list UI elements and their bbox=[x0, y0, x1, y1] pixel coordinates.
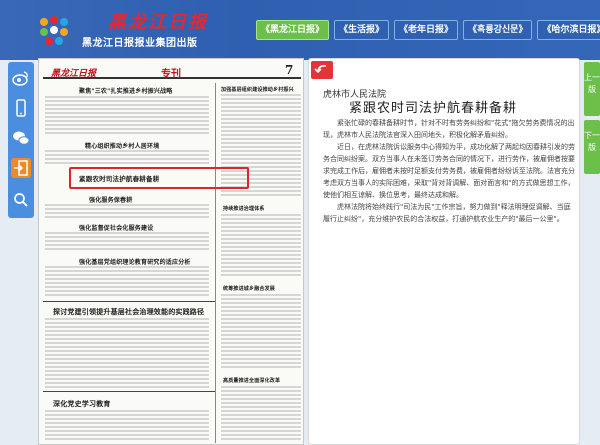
prev-page-button[interactable]: 上一版 bbox=[584, 62, 600, 116]
newspaper-page[interactable]: 黑龙江日报 专刊 7 聚焦"三农"扎实推进乡村振兴战略 精心组织推动乡村人居环境… bbox=[38, 58, 304, 445]
back-arrow-icon bbox=[314, 65, 327, 74]
wechat-icon bbox=[13, 131, 30, 145]
article-body: 紧张忙碌的春耕备耕时节，针对不时有劳务纠纷和"花式"拖欠劳务费情况的出现，虎林市… bbox=[323, 117, 575, 225]
publication-tabs: 《黑龙江日报》 《生活报》 《老年日报》 《흑룡강신문》 《哈尔滨日报》 bbox=[256, 20, 600, 40]
selected-article-highlight[interactable] bbox=[69, 167, 249, 189]
article-paragraph: 紧张忙碌的春耕备耕时节，针对不时有劳务纠纷和"花式"拖欠劳务费情况的出现，虎林市… bbox=[323, 119, 575, 139]
tab-life-daily[interactable]: 《生活报》 bbox=[334, 20, 390, 40]
article-title: 紧跟农时司法护航春耕备耕 bbox=[349, 101, 518, 116]
wechat-button[interactable] bbox=[11, 128, 31, 148]
page-navigation: 上一版 下一版 bbox=[584, 62, 600, 207]
article-panel: 虎林市人民法院 紧跟农时司法护航春耕备耕 紧张忙碌的春耕备耕时节，针对不时有劳务… bbox=[308, 58, 580, 445]
newspaper-text-lines bbox=[45, 94, 301, 440]
article-paragraph: 虎林法院将始终践行"司法为民"工作宗旨，努力做到"释法明理促调解、当庭履行止纠纷… bbox=[323, 203, 571, 223]
tab-heilongjiang-daily[interactable]: 《黑龙江日报》 bbox=[256, 20, 330, 40]
next-page-button[interactable]: 下一版 bbox=[584, 120, 600, 174]
login-icon bbox=[14, 160, 28, 176]
site-logo[interactable]: 黑龙江日报 黑龙江日报报业集团出版 bbox=[36, 8, 241, 52]
back-button[interactable] bbox=[311, 61, 333, 79]
site-header: 黑龙江日报 黑龙江日报报业集团出版 《黑龙江日报》 《生活报》 《老年日报》 《… bbox=[0, 0, 600, 60]
tab-senior-daily[interactable]: 《老年日报》 bbox=[394, 20, 459, 40]
mobile-button[interactable] bbox=[11, 98, 31, 118]
tab-korean-daily[interactable]: 《흑룡강신문》 bbox=[463, 20, 533, 40]
mobile-icon bbox=[16, 99, 26, 117]
login-button[interactable] bbox=[11, 158, 31, 178]
weibo-button[interactable] bbox=[11, 68, 31, 88]
search-icon bbox=[14, 193, 28, 207]
search-button[interactable] bbox=[11, 190, 31, 210]
logo-subtitle: 黑龙江日报报业集团出版 bbox=[82, 38, 198, 49]
share-sidebar bbox=[8, 62, 34, 218]
logo-title: 黑龙江日报 bbox=[108, 12, 208, 33]
logo-mark-icon bbox=[40, 16, 68, 45]
article-paragraph: 近日，在虎林法院诉讼服务中心得知为平，成功化解了两起均因春耕引发的劳务合同纠纷案… bbox=[323, 143, 575, 199]
weibo-icon bbox=[12, 71, 28, 86]
tab-harbin-daily[interactable]: 《哈尔滨日报》 bbox=[537, 20, 600, 40]
